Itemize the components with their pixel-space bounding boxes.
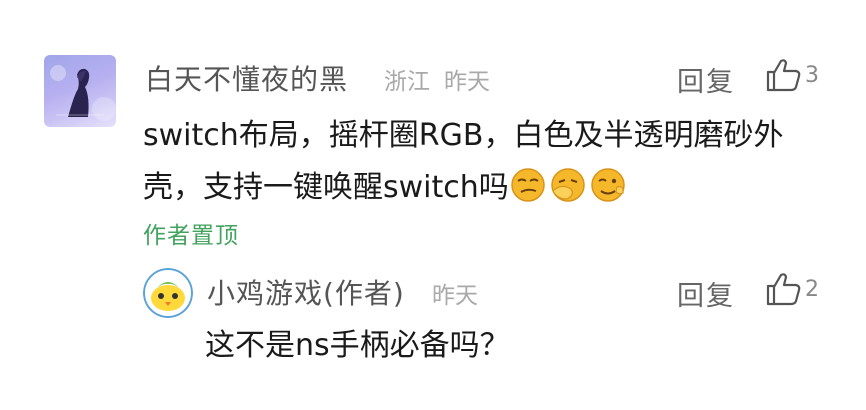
avatar[interactable] xyxy=(44,55,116,127)
reply-content: 这不是ns手柄必备吗？ xyxy=(205,328,510,363)
comment-thread: 白天不懂夜的黑 浙江 昨天 回复 3 switch布局，摇杆圈RGB，白色及半透明… xyxy=(0,0,866,410)
comment-content: switch布局，摇杆圈RGB，白色及半透明磨砂外 壳，支持一键唤醒switch… xyxy=(143,110,833,220)
like-count: 3 xyxy=(805,62,819,88)
pinned-badge: 作者置顶 xyxy=(143,223,239,249)
username[interactable]: 白天不懂夜的黑 xyxy=(145,58,348,98)
like-button[interactable]: 3 xyxy=(765,58,819,92)
timestamp: 昨天 xyxy=(444,69,490,95)
reply-button[interactable]: 回复 xyxy=(677,274,735,313)
comment-text: 壳，支持一键唤醒switch吗 xyxy=(143,170,509,205)
author-username[interactable]: 小鸡游戏(作者) xyxy=(207,272,405,312)
thumbs-up-icon xyxy=(766,273,801,306)
timestamp: 昨天 xyxy=(432,283,478,309)
like-count: 2 xyxy=(805,276,819,302)
thumbs-up-icon xyxy=(766,59,801,92)
wink-emoji xyxy=(589,167,627,220)
author-avatar[interactable] xyxy=(143,268,193,318)
location-label: 浙江 xyxy=(384,69,430,95)
comment-meta: 浙江 昨天 xyxy=(384,62,504,96)
facepalm-emoji xyxy=(549,167,587,220)
comment-text-line-2: 壳，支持一键唤醒switch吗 xyxy=(143,162,833,220)
like-button[interactable]: 2 xyxy=(765,272,819,306)
comment-text-line: switch布局，摇杆圈RGB，白色及半透明磨砂外 xyxy=(143,118,784,153)
smirk-emoji xyxy=(509,167,547,220)
reply-button[interactable]: 回复 xyxy=(677,60,735,99)
